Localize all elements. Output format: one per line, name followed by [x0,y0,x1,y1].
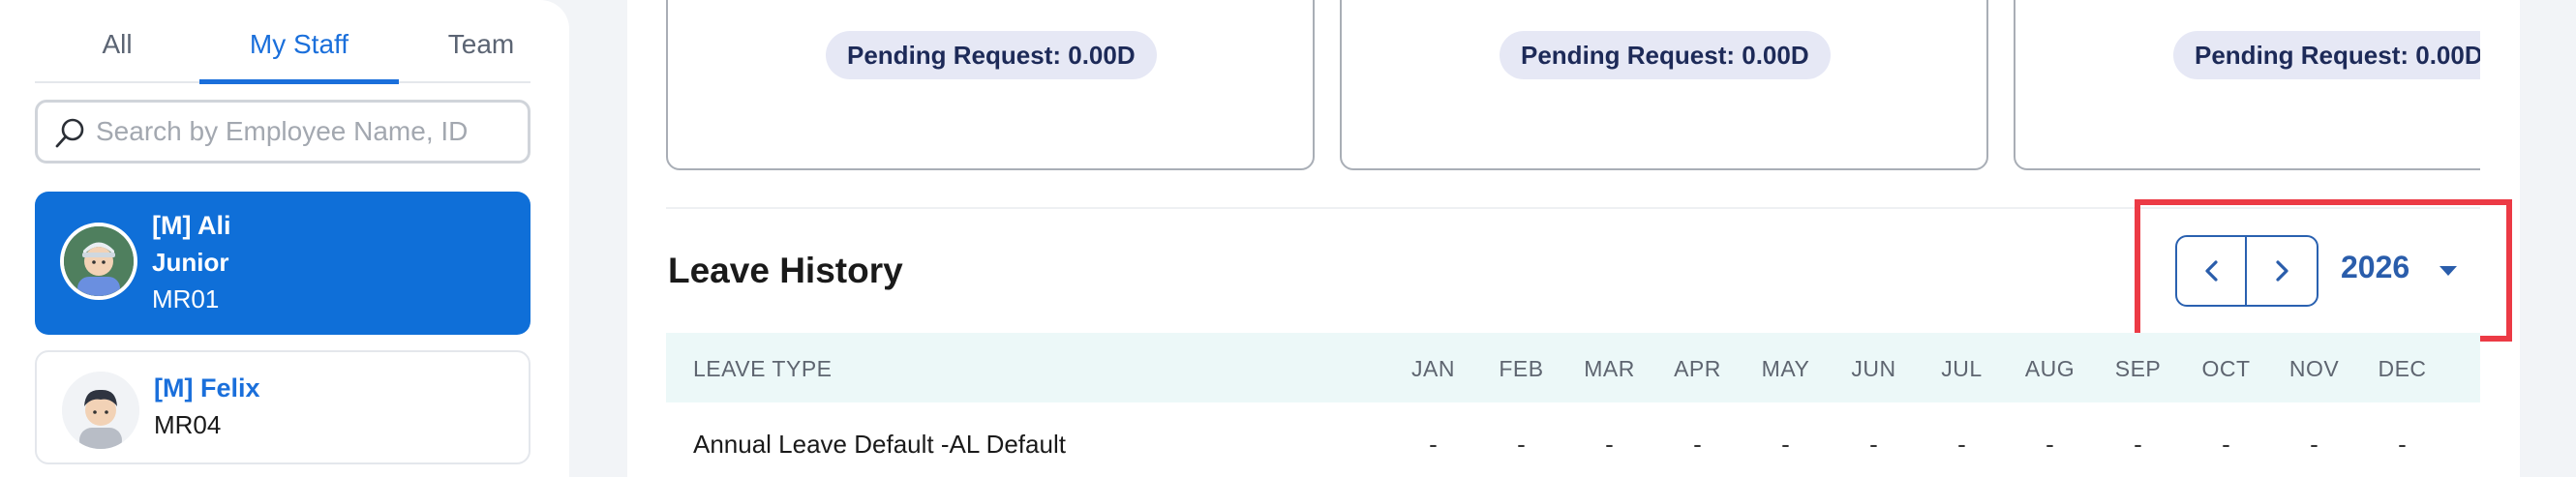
column-header-month: JUN [1851,356,1896,381]
leave-type-cell: Annual Leave Default -AL Default [693,430,1066,459]
month-value-cell: - [2310,430,2318,459]
column-header-leave-type: LEAVE TYPE [693,356,833,381]
month-value-cell: - [2046,430,2054,459]
employee-card-felix[interactable]: [M] Felix MR04 [35,350,530,464]
year-nav-group [2175,235,2318,307]
leave-balance-cards: Pending Request: 0.00D Pending Request: … [666,0,2480,172]
column-header-month: JUL [1941,356,1983,381]
month-value-cell: - [1429,430,1438,459]
employee-name: [M] Ali [152,211,231,240]
staff-filter-tabs: All My Staff Team [35,0,530,84]
column-header-month: NOV [2288,356,2340,381]
employee-sidebar: All My Staff Team [M] Ali Junior MR01 [0,0,569,477]
month-value-cell: - [2134,430,2142,459]
tab-my-staff[interactable]: My Staff [199,29,399,84]
employee-card-ali[interactable]: [M] Ali Junior MR01 [35,192,530,335]
month-value-cell: - [1605,430,1614,459]
employee-code: MR04 [154,410,222,439]
employee-name: [M] Felix [154,373,260,402]
chevron-right-icon [2276,260,2288,282]
column-header-month: JAN [1411,356,1455,381]
pending-request-badge: Pending Request: 0.00D [1500,31,1831,79]
month-value-cell: - [2398,430,2407,459]
leave-balance-card: Pending Request: 0.00D [2014,0,2480,170]
leave-main-panel: Pending Request: 0.00D Pending Request: … [627,0,2520,477]
chevron-left-icon [2205,260,2218,282]
column-header-month: APR [1674,356,1721,381]
leave-balance-card: Pending Request: 0.00D [666,0,1315,170]
chevron-down-icon[interactable] [2440,266,2457,276]
leave-history-title: Leave History [668,251,903,290]
column-header-month: OCT [2201,356,2251,381]
month-value-cell: - [2222,430,2230,459]
avatar [60,223,137,300]
next-year-button[interactable] [2247,237,2317,305]
column-header-month: DEC [2378,356,2427,381]
leave-balance-card: Pending Request: 0.00D [1340,0,1988,170]
avatar [62,372,139,449]
column-header-month: FEB [1499,356,1544,381]
tab-all[interactable]: All [35,29,199,83]
leave-history-table-header: LEAVE TYPE JAN FEB MAR APR MAY JUN JUL A… [666,333,2480,402]
previous-year-button[interactable] [2177,237,2247,305]
employee-role: Junior [152,248,229,277]
pending-request-badge: Pending Request: 0.00D [826,31,1157,79]
employee-code: MR01 [152,284,220,313]
pending-request-badge: Pending Request: 0.00D [2173,31,2480,79]
column-header-month: MAR [1584,356,1635,381]
column-header-month: SEP [2114,356,2162,381]
search-input[interactable] [96,110,512,153]
column-header-month: MAY [1761,356,1810,381]
tab-team[interactable]: Team [399,29,563,83]
search-icon [55,118,84,148]
month-value-cell: - [1693,430,1702,459]
month-value-cell: - [1517,430,1526,459]
table-row: Annual Leave Default -AL Default - - - -… [666,402,2480,477]
month-value-cell: - [1781,430,1790,459]
year-select[interactable]: 2026 [2341,250,2409,285]
month-value-cell: - [1957,430,1966,459]
column-header-month: AUG [2024,356,2076,381]
month-value-cell: - [1869,430,1878,459]
employee-search [35,100,530,164]
